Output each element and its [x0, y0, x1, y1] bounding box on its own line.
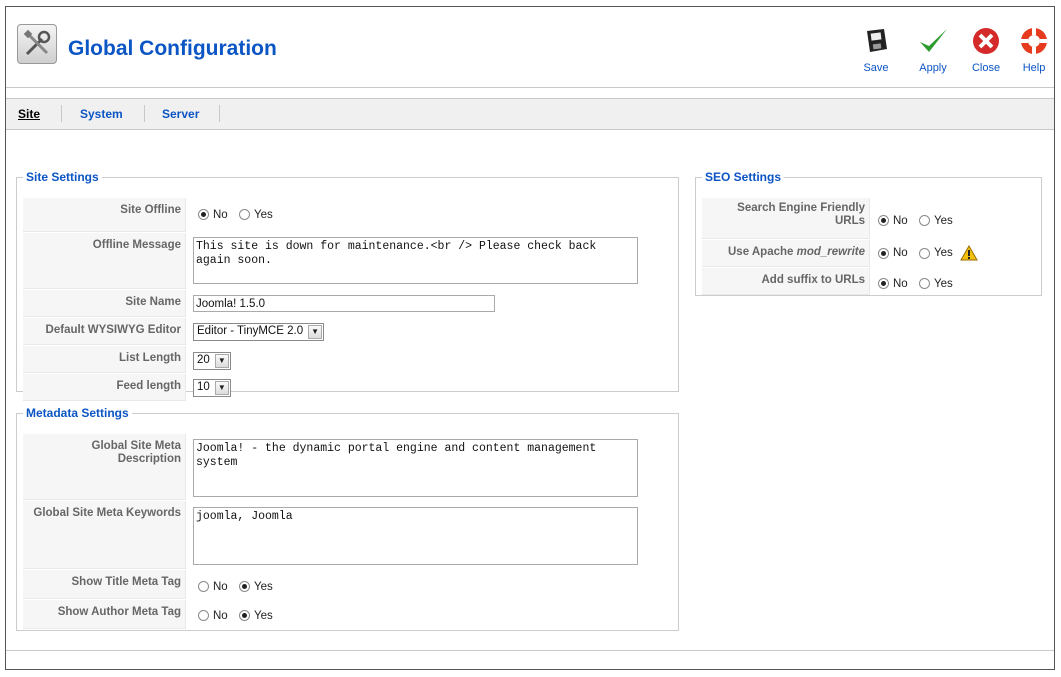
close-label: Close [971, 62, 1001, 74]
sef-urls-radios: No Yes [878, 213, 961, 227]
tab-system[interactable]: System [80, 107, 123, 121]
mod-rewrite-yes-radio[interactable] [919, 247, 931, 259]
admin-frame: Global Configuration Save Apply Close He… [5, 6, 1055, 670]
show-title-meta-label: Show Title Meta Tag [23, 570, 186, 599]
apply-check-icon [920, 29, 947, 52]
tab-site[interactable]: Site [18, 107, 40, 121]
mod-rewrite-no-radio[interactable] [878, 247, 889, 259]
chevron-down-icon: ▼ [214, 381, 229, 395]
list-length-value: 20 [197, 354, 210, 366]
suffix-radios: No Yes [878, 276, 961, 290]
meta-keywords-textarea[interactable]: joomla, Joomla [193, 507, 638, 565]
meta-keywords-label: Global Site Meta Keywords [23, 501, 186, 569]
site-offline-no-radio[interactable] [198, 209, 209, 221]
show-title-meta-no-radio[interactable] [198, 581, 209, 593]
apply-label: Apply [919, 62, 947, 74]
footer-divider [6, 650, 1054, 651]
feed-length-select[interactable]: 10 ▼ [193, 379, 231, 397]
seo-settings-fieldset: SEO Settings Search Engine Friendly URLs… [695, 170, 1042, 296]
help-label: Help [1022, 62, 1046, 74]
meta-description-textarea[interactable]: Joomla! - the dynamic portal engine and … [193, 439, 638, 497]
offline-message-label: Offline Message [23, 233, 186, 289]
mod-rewrite-label: Use Apache mod_rewrite [702, 240, 870, 267]
mod-rewrite-radios: No Yes [878, 245, 979, 261]
default-editor-value: Editor - TinyMCE 2.0 [197, 325, 304, 337]
site-offline-yes-label: Yes [254, 208, 273, 221]
meta-description-label: Global Site Meta Description [23, 434, 186, 500]
default-editor-label: Default WYSIWYG Editor [23, 318, 186, 345]
help-button[interactable]: Help [1012, 25, 1056, 80]
page-title: Global Configuration [68, 37, 277, 60]
show-author-meta-yes-label: Yes [254, 609, 273, 622]
tab-divider [144, 105, 145, 122]
tab-server[interactable]: Server [162, 107, 199, 121]
site-settings-fieldset: Site Settings Site Offline No Yes Offlin… [16, 170, 679, 401]
mod-rewrite-label-em: mod_rewrite [796, 246, 865, 258]
help-lifebuoy-icon [1021, 28, 1047, 54]
save-label: Save [863, 62, 889, 74]
show-title-meta-no-label: No [213, 580, 228, 593]
suffix-no-label: No [893, 277, 908, 290]
site-offline-label: Site Offline [23, 198, 186, 232]
show-author-meta-no-radio[interactable] [198, 610, 209, 622]
warning-icon [960, 245, 979, 261]
suffix-yes-label: Yes [934, 277, 953, 290]
mod-rewrite-yes-label: Yes [934, 247, 953, 259]
suffix-label: Add suffix to URLs [702, 268, 870, 295]
suffix-yes-radio[interactable] [919, 278, 931, 290]
metadata-settings-fieldset: Metadata Settings Global Site Meta Descr… [16, 406, 679, 631]
list-length-select[interactable]: 20 ▼ [193, 352, 231, 370]
close-button[interactable]: Close [961, 25, 1011, 80]
close-x-icon [973, 28, 999, 54]
show-author-meta-no-label: No [213, 609, 228, 622]
tab-divider [61, 105, 62, 122]
suffix-no-radio[interactable] [878, 278, 889, 290]
chevron-down-icon: ▼ [214, 354, 229, 368]
feed-length-value: 10 [197, 381, 210, 393]
seo-settings-legend: SEO Settings [705, 170, 782, 184]
site-offline-radios: No Yes [198, 207, 281, 221]
list-length-label: List Length [23, 346, 186, 373]
config-tabs: Site System Server [6, 98, 1054, 130]
site-offline-yes-radio[interactable] [239, 209, 251, 221]
sef-urls-yes-radio[interactable] [919, 215, 931, 227]
show-author-meta-yes-radio[interactable] [239, 610, 251, 622]
metadata-settings-legend: Metadata Settings [26, 406, 129, 420]
show-author-meta-radios: No Yes [198, 608, 281, 622]
chevron-down-icon: ▼ [308, 325, 323, 339]
tab-divider [219, 105, 220, 122]
toolbar-header: Global Configuration Save Apply Close He… [6, 7, 1054, 88]
site-name-label: Site Name [23, 290, 186, 317]
show-title-meta-yes-label: Yes [254, 580, 273, 593]
config-tools-icon [17, 24, 57, 64]
default-editor-select[interactable]: Editor - TinyMCE 2.0 ▼ [193, 323, 325, 341]
show-title-meta-yes-radio[interactable] [239, 581, 251, 593]
offline-message-textarea[interactable]: This site is down for maintenance.<br />… [193, 237, 638, 284]
save-button[interactable]: Save [851, 25, 901, 80]
site-name-input[interactable] [193, 295, 495, 312]
sef-urls-no-label: No [893, 214, 908, 227]
sef-urls-no-radio[interactable] [878, 215, 889, 227]
sef-urls-label: Search Engine Friendly URLs [702, 198, 870, 239]
save-icon [867, 29, 887, 52]
apply-button[interactable]: Apply [908, 25, 958, 80]
site-offline-no-label: No [213, 208, 228, 221]
feed-length-label: Feed length [23, 374, 186, 401]
site-settings-legend: Site Settings [26, 170, 99, 184]
sef-urls-yes-label: Yes [934, 214, 953, 227]
show-title-meta-radios: No Yes [198, 579, 281, 593]
mod-rewrite-no-label: No [893, 247, 908, 259]
show-author-meta-label: Show Author Meta Tag [23, 600, 186, 629]
mod-rewrite-label-prefix: Use Apache [728, 246, 797, 258]
